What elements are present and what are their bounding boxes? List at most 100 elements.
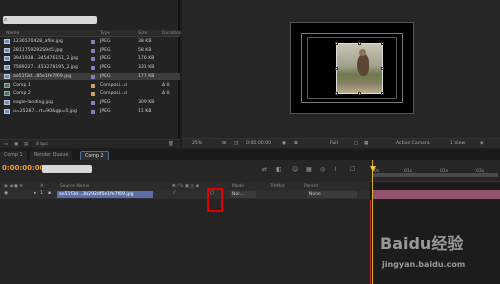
switches-icon: ✱ ⁄ fx ▣ ◎ ◉	[172, 183, 200, 189]
item-type: JPEG	[100, 108, 111, 114]
tab-comp-2[interactable]: Comp 2	[80, 151, 109, 160]
visibility-icon[interactable]: ◉	[4, 191, 8, 196]
col-duration[interactable]: Duration	[162, 31, 182, 36]
watermark: Baidu经验 jingyan.baidu.com	[380, 230, 498, 280]
layer-duration-bar[interactable]	[372, 190, 500, 199]
graph-editor-icon[interactable]: ⌇	[334, 166, 337, 173]
label-color-swatch[interactable]	[91, 109, 95, 114]
viewer-timecode[interactable]: 0:00:00:00	[246, 141, 271, 146]
shy-switch[interactable]: ⁄	[174, 191, 175, 196]
blend-mode-dropdown[interactable]: Nor...	[230, 191, 256, 198]
col-mode[interactable]: Mode	[232, 184, 244, 189]
comp-canvas[interactable]	[290, 22, 414, 114]
item-size: 11 KB	[138, 108, 152, 114]
transform-handle[interactable]	[381, 67, 384, 70]
project-item[interactable]: ae51f3d...85e1fe7f69.jpg JPEG 177 KB	[0, 72, 180, 81]
transform-handle[interactable]	[358, 42, 361, 45]
snapshot-icon[interactable]: ◉	[282, 141, 286, 146]
col-source-name[interactable]: Source Name	[60, 184, 89, 189]
motion-blur-icon[interactable]: ◎	[320, 166, 325, 173]
resolution-dropdown[interactable]: Full	[330, 141, 338, 146]
transform-handle[interactable]	[358, 92, 361, 95]
label-color-swatch[interactable]	[91, 40, 95, 44]
watermark-url: jingyan.baidu.com	[382, 260, 466, 269]
time-ruler[interactable]: 0s 01s 02s 03s	[370, 160, 500, 182]
tab-comp-1[interactable]: Comp 1	[0, 151, 27, 160]
expand-arrow-icon[interactable]: ▸	[34, 191, 36, 196]
col-type[interactable]: Type	[100, 31, 110, 36]
work-area-bar[interactable]	[372, 173, 498, 177]
roi-icon[interactable]: ▢	[354, 141, 358, 146]
transform-handle[interactable]	[381, 42, 384, 45]
camera-dropdown[interactable]: Active Camera	[396, 141, 430, 146]
col-parent[interactable]: Parent	[304, 184, 318, 189]
transparency-icon[interactable]: ▦	[364, 141, 368, 146]
project-item[interactable]: Comp 2 Composi...n Δ 0	[0, 90, 180, 98]
new-comp-icon[interactable]: ▤	[24, 142, 28, 147]
project-item[interactable]: 2811759292S945.jpg JPEG 58 KB	[0, 47, 180, 55]
item-size: 309 KB	[138, 99, 155, 105]
comp-mini-flowchart-icon[interactable]: ⇄	[262, 166, 267, 173]
av-features-icon: ◉ ◀ ● ⊕	[4, 183, 23, 189]
project-item[interactable]: u=25287...rt=90&gp=0.jpg JPEG 11 KB	[0, 108, 180, 116]
col-size[interactable]: Size	[138, 31, 147, 36]
label-color-swatch[interactable]	[91, 66, 95, 71]
trash-icon[interactable]: ▭	[4, 142, 8, 147]
frame-blend-icon[interactable]: ▦	[306, 166, 312, 173]
layer-image-preview[interactable]	[335, 42, 384, 95]
views-dropdown[interactable]: 1 View	[450, 141, 465, 146]
composition-icon	[4, 91, 10, 97]
item-type: JPEG	[100, 73, 111, 79]
fast-preview-icon[interactable]: ◈	[480, 141, 484, 146]
project-search-input[interactable]: ⌕	[3, 16, 97, 24]
brainstorm-icon[interactable]: ☐	[350, 166, 355, 173]
shy-icon[interactable]: ☺	[292, 166, 298, 173]
label-color-swatch[interactable]	[91, 100, 95, 105]
highlight-box	[207, 188, 223, 212]
col-trkmat[interactable]: TrkMat	[270, 184, 285, 189]
col-name[interactable]: Name	[6, 31, 19, 36]
label-color-swatch[interactable]	[91, 74, 95, 79]
transform-handle[interactable]	[335, 67, 338, 70]
label-color-swatch[interactable]	[91, 92, 95, 97]
composition-viewer: 25% ⊞ ◫ 0:00:00:00 ◉ ✿ Full ▢ ▦ Active C…	[182, 0, 500, 148]
item-name: u=25287...rt=90&gp=0.jpg	[13, 108, 77, 114]
item-size: 331 KB	[138, 65, 155, 71]
timeline-timecode[interactable]: 0:00:00:00	[2, 164, 45, 172]
grid-icon[interactable]: ⊞	[222, 141, 226, 146]
image-file-icon	[4, 65, 10, 71]
mask-icon[interactable]: ◫	[234, 141, 238, 146]
item-size: 177 KB	[138, 73, 155, 79]
item-name: 1236570428_afile.jpg	[13, 39, 63, 44]
project-panel: ⌕ Name Type Size Duration ▭ ▣ ▤ 8 bpc 🗑 …	[0, 0, 182, 148]
image-file-icon	[4, 39, 10, 44]
project-item[interactable]: Comp 1 Composi...n Δ 0	[0, 82, 180, 90]
item-name: eagle-landing.jpg	[13, 99, 53, 105]
current-time-indicator[interactable]	[372, 160, 373, 284]
folder-icon[interactable]: ▣	[14, 142, 18, 147]
timeline-search-input[interactable]	[42, 165, 92, 173]
label-color-swatch[interactable]	[91, 48, 95, 53]
transform-handle[interactable]	[335, 42, 338, 45]
item-type: JPEG	[100, 99, 111, 105]
image-file-icon	[4, 99, 10, 105]
transform-handle[interactable]	[381, 92, 384, 95]
layer-column-header: ◉ ◀ ● ⊕ # Source Name ✱ ⁄ fx ▣ ◎ ◉ Mode …	[0, 182, 370, 190]
label-color-swatch[interactable]	[91, 57, 95, 62]
project-item[interactable]: 3941938...345476151_2.jpg JPEG 176 KB	[0, 55, 180, 63]
project-item[interactable]: eagle-landing.jpg JPEG 309 KB	[0, 99, 180, 107]
draft-3d-icon[interactable]: ◧	[276, 166, 282, 173]
project-item[interactable]: 1236570428_afile.jpg JPEG 38 KB	[0, 38, 180, 46]
delete-icon[interactable]: 🗑	[168, 142, 174, 147]
layer-name[interactable]: ae51f3d...3b292df5e1fe7f69.jpg	[57, 191, 153, 198]
tab-render-queue[interactable]: Render Queue	[30, 151, 73, 160]
project-item[interactable]: 7589227...453278195_2.jpg JPEG 331 KB	[0, 64, 180, 72]
transform-handle[interactable]	[335, 92, 338, 95]
parent-dropdown[interactable]: None	[307, 191, 357, 198]
bpc-label[interactable]: 8 bpc	[36, 142, 48, 147]
channel-icon[interactable]: ✿	[294, 141, 298, 146]
layer-type-icon: ▪	[48, 191, 52, 196]
zoom-dropdown[interactable]: 25%	[192, 141, 202, 146]
timeline-panel: 0:00:00:00 ⇄ ◧ ☺ ▦ ◎ ⌇ ☐ ◉ ◀ ● ⊕ # Sourc…	[0, 160, 370, 284]
label-color-swatch[interactable]	[91, 83, 95, 88]
